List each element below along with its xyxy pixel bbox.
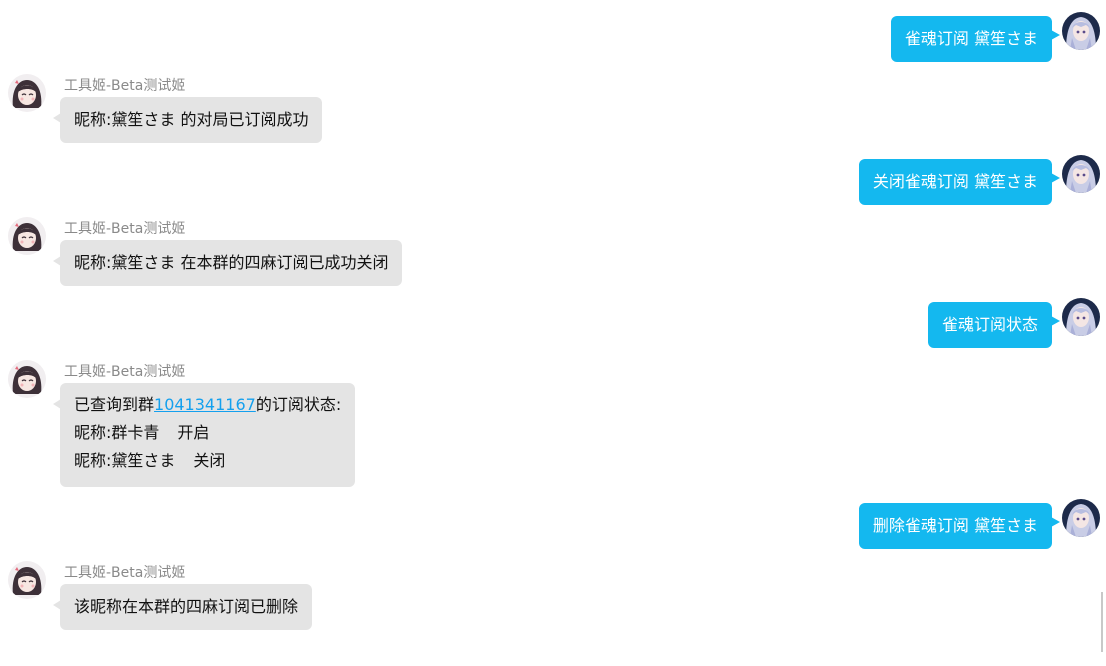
subscription-state: 开启 <box>177 423 210 442</box>
user-avatar-icon[interactable] <box>1062 499 1100 537</box>
message-text: 昵称:黛笙さま 在本群的四麻订阅已成功关闭 <box>74 253 389 272</box>
message-text: 雀魂订阅状态 <box>941 315 1038 334</box>
message-text: 该昵称在本群的四麻订阅已删除 <box>74 597 299 616</box>
outgoing-message-bubble[interactable]: 雀魂订阅 黛笙さま <box>890 16 1061 62</box>
subscription-state: 关闭 <box>193 451 226 470</box>
sender-name: 工具姬-Beta测试姬 <box>64 565 186 581</box>
outgoing-message-bubble[interactable]: 删除雀魂订阅 黛笙さま <box>858 503 1061 549</box>
bot-avatar-icon[interactable] <box>8 217 46 255</box>
bot-avatar-icon[interactable] <box>8 360 46 398</box>
sender-name: 工具姬-Beta测试姬 <box>64 364 186 380</box>
bot-avatar-icon[interactable] <box>8 74 46 112</box>
message-text: 关闭雀魂订阅 黛笙さま <box>872 172 1038 191</box>
incoming-message-bubble[interactable]: 已查询到群1041341167的订阅状态: 昵称:群卡青 开启 昵称:黛笙さま 关闭 <box>52 383 356 487</box>
group-id-link[interactable]: 1041341167 <box>154 395 256 414</box>
incoming-message-bubble[interactable]: 昵称:黛笙さま 的对局已订阅成功 <box>52 97 323 143</box>
outgoing-message-bubble[interactable]: 关闭雀魂订阅 黛笙さま <box>858 159 1061 205</box>
user-avatar-icon[interactable] <box>1062 155 1100 193</box>
user-avatar-icon[interactable] <box>1062 298 1100 336</box>
sender-name: 工具姬-Beta测试姬 <box>64 78 186 94</box>
user-avatar-icon[interactable] <box>1062 12 1100 50</box>
message-text: 雀魂订阅 黛笙さま <box>904 29 1038 48</box>
scrollbar[interactable] <box>1101 592 1103 652</box>
outgoing-message-bubble[interactable]: 雀魂订阅状态 <box>927 302 1061 348</box>
message-text: 删除雀魂订阅 黛笙さま <box>872 516 1038 535</box>
subscription-entry: 昵称:群卡青 开启 <box>74 423 210 442</box>
bot-avatar-icon[interactable] <box>8 561 46 599</box>
message-text: 昵称:黛笙さま 的对局已订阅成功 <box>74 110 309 129</box>
subscription-entry: 昵称:黛笙さま 关闭 <box>74 451 226 470</box>
incoming-message-bubble[interactable]: 该昵称在本群的四麻订阅已删除 <box>52 584 313 630</box>
sender-name: 工具姬-Beta测试姬 <box>64 221 186 237</box>
status-header-line: 已查询到群1041341167的订阅状态: <box>74 395 342 414</box>
incoming-message-bubble[interactable]: 昵称:黛笙さま 在本群的四麻订阅已成功关闭 <box>52 240 403 286</box>
